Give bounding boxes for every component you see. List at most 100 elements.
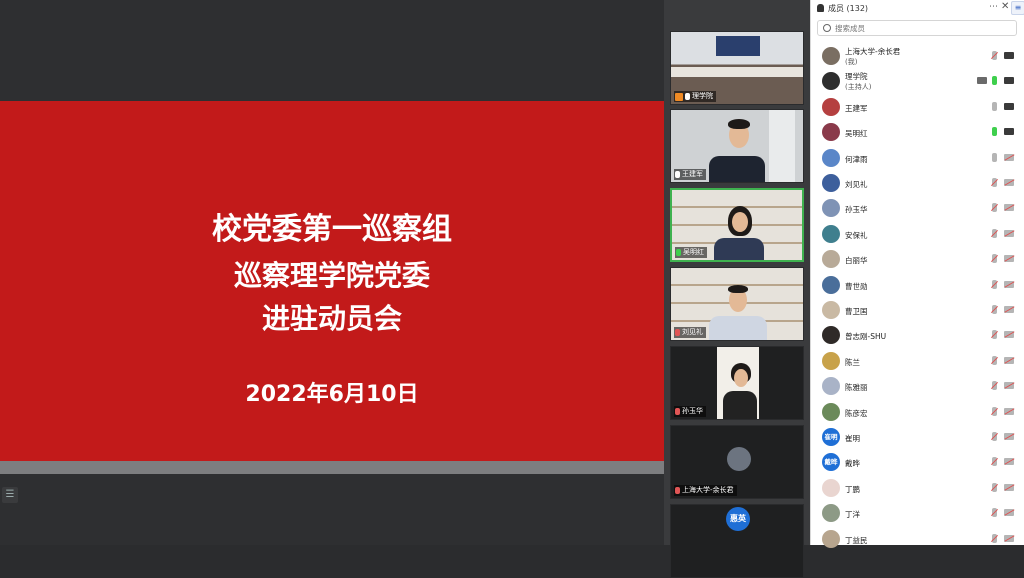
microphone-icon[interactable] [992,482,997,492]
avatar [822,351,840,370]
member-row[interactable]: 孙玉华 [811,196,1024,220]
more-horizontal-icon[interactable]: ⋯ [989,2,998,12]
member-name: 丁益民 [845,535,868,545]
panel-header: 成员 (132) ⋯ ✕ ≡ [811,0,1024,16]
avatar [822,199,840,218]
member-row[interactable]: 白丽华 [811,247,1024,271]
avatar [822,123,840,142]
microphone-icon[interactable] [992,254,997,264]
list-menu-icon[interactable]: ☰ [2,487,18,503]
member-row[interactable]: 曾志刚-SHU [811,323,1024,347]
panel-title: 成员 (132) [828,3,869,13]
member-row[interactable]: 理学院 (主持人) [811,69,1024,93]
microphone-icon[interactable] [992,228,997,238]
member-name: 陈彦宏 [845,408,868,418]
microphone-icon[interactable] [992,76,997,86]
video-tile[interactable]: 理学院 [670,31,804,105]
video-tile[interactable]: 吴明红 [670,188,804,262]
member-name: 丁洋 [845,510,860,520]
camera-icon[interactable] [1004,433,1014,440]
close-icon[interactable]: ✕ [1001,1,1009,12]
slide-date: 2022年6月10日 [245,382,419,407]
microphone-icon[interactable] [992,508,997,518]
member-name: 白丽华 [845,256,868,266]
video-gallery[interactable]: 理学院王建军吴明红刘见礼 孙玉华 上海大学-余长君惠英 [664,0,810,578]
member-row[interactable]: 上海大学-余长君 (我) [811,44,1024,68]
member-search-input[interactable] [835,23,1005,33]
camera-icon[interactable] [1004,128,1014,136]
member-row[interactable]: 王建军 [811,95,1024,119]
sidebar-toggle-icon[interactable]: ≡ [1011,1,1024,15]
avatar [822,504,840,523]
microphone-icon[interactable] [992,381,997,391]
camera-icon[interactable] [1004,458,1014,466]
avatar [822,250,840,269]
microphone-icon[interactable] [992,406,997,416]
camera-icon[interactable] [1004,483,1014,491]
member-row[interactable]: 丁益民 [811,527,1024,551]
video-tile[interactable]: 惠英 [670,504,804,578]
participant-avatar-badge: 惠英 [726,507,750,531]
video-tile[interactable]: 上海大学-余长君 [670,425,804,499]
camera-icon[interactable] [1004,77,1014,85]
camera-icon[interactable] [1004,382,1014,390]
microphone-icon[interactable] [992,305,997,314]
camera-icon[interactable] [1004,204,1014,212]
member-row[interactable]: 曹世勋 [811,273,1024,297]
camera-icon[interactable] [1004,509,1014,517]
member-row[interactable]: 安保礼 [811,222,1024,246]
camera-icon[interactable] [1004,229,1014,237]
video-tile[interactable]: 孙玉华 [670,346,804,420]
member-row[interactable]: 陈兰 [811,349,1024,373]
video-tile[interactable]: 王建军 [670,109,804,183]
member-row[interactable]: 吴明红 [811,120,1024,144]
video-tile-label: 理学院 [674,91,716,102]
member-row[interactable]: 戴晔 戴晔 [811,450,1024,474]
microphone-icon[interactable] [992,178,997,187]
microphone-icon[interactable] [992,203,997,213]
microphone-icon[interactable] [992,101,997,111]
microphone-icon [675,171,680,178]
avatar: 崔明 [822,428,840,446]
member-row[interactable]: 曹卫国 [811,298,1024,322]
microphone-icon [675,487,680,494]
member-row[interactable]: 崔明 崔明 [811,425,1024,449]
participant-name: 吴明红 [683,248,704,256]
camera-icon[interactable] [1004,331,1014,339]
microphone-icon[interactable] [992,127,997,137]
camera-icon[interactable] [1004,153,1014,161]
member-row[interactable]: 刘见礼 [811,171,1024,195]
microphone-icon[interactable] [992,355,997,365]
camera-icon[interactable] [1004,52,1014,59]
camera-icon[interactable] [1004,407,1014,415]
member-name: 曹世勋 [845,281,868,291]
slide-title-line2: 巡察理学院党委 [233,259,430,292]
camera-icon[interactable] [1004,179,1014,186]
camera-icon[interactable] [1004,534,1014,542]
camera-icon[interactable] [1004,102,1014,110]
member-row[interactable]: 丁洋 [811,501,1024,525]
microphone-icon[interactable] [992,51,997,60]
search-icon [823,24,831,32]
member-row[interactable]: 丁鹏 [811,476,1024,500]
avatar [822,224,840,243]
camera-icon[interactable] [1004,255,1014,263]
video-tile-label: 王建军 [674,169,706,180]
microphone-icon[interactable] [992,533,997,543]
member-row[interactable]: 何津雨 [811,146,1024,170]
member-search[interactable] [817,20,1017,36]
member-role: (主持人) [845,83,872,92]
camera-icon[interactable] [1004,306,1014,313]
microphone-icon[interactable] [992,279,997,289]
microphone-icon[interactable] [992,457,997,467]
microphone-icon[interactable] [992,152,997,162]
avatar [822,97,840,116]
camera-icon[interactable] [1004,280,1014,288]
slide-title-line1: 校党委第一巡察组 [212,212,452,247]
video-tile[interactable]: 刘见礼 [670,267,804,341]
member-row[interactable]: 陈彦宏 [811,400,1024,424]
microphone-icon[interactable] [992,330,997,340]
member-row[interactable]: 陈雅丽 [811,374,1024,398]
microphone-icon[interactable] [992,432,997,441]
camera-icon[interactable] [1004,356,1014,364]
